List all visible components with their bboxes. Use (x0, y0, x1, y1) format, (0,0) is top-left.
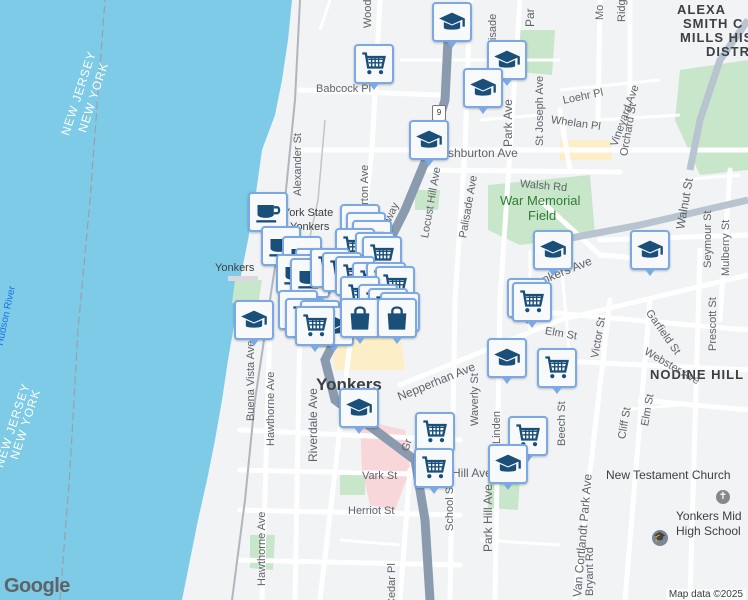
label-yonkers-mid: Yonkers Mid (676, 509, 742, 523)
shopping-bag-icon (342, 304, 378, 332)
street-mulberry: Mulberry St (720, 219, 732, 276)
school-pin[interactable] (533, 230, 573, 276)
street-bryant: Bryant Rd (584, 547, 596, 596)
street-hawthorne: Hawthorne Ave (265, 371, 277, 446)
label-war-memorial: War Memorial (500, 193, 581, 208)
school-pin[interactable] (234, 300, 274, 346)
shopping-bag-pin[interactable] (340, 298, 380, 344)
street-herriot: Herriot St (348, 505, 395, 517)
label-yonkers-mid-2: High School (676, 524, 741, 538)
label-new-testament: New Testament Church (606, 468, 731, 482)
cart-icon (297, 312, 333, 340)
street-prescott: Prescott St (707, 297, 719, 351)
map-canvas[interactable]: ALEXA SMITH C MILLS HIS DISTR NODINE HIL… (0, 0, 748, 600)
street-alexander: Alexander St (292, 133, 304, 196)
school-icon (490, 450, 526, 478)
street-linden: Linden (491, 410, 503, 444)
street-ashburton: Ashburton Ave (440, 146, 518, 160)
map-attribution: Map data ©2025 (665, 589, 746, 600)
cart-icon (417, 418, 453, 446)
cart-icon (539, 354, 575, 382)
cart-icon (356, 50, 392, 78)
school-icon (434, 8, 470, 36)
street-school: School St (444, 483, 456, 531)
grocery-pin[interactable] (512, 282, 552, 328)
street-woodworth: Wood (362, 0, 374, 28)
street-park-hill: Park Hill Ave (481, 484, 495, 552)
school-pin[interactable] (630, 230, 670, 276)
school-pin[interactable] (488, 444, 528, 490)
church-icon: ✝ (716, 490, 730, 504)
grocery-pin[interactable] (415, 412, 455, 458)
street-hawthorne-2: Hawthorne Ave (256, 511, 268, 586)
cart-icon (416, 454, 452, 482)
route-9-shield: 9 (432, 105, 446, 121)
grocery-pin[interactable] (354, 44, 394, 90)
street-hill-ave: Hill Ave (452, 466, 492, 480)
school-icon (465, 74, 501, 102)
cart-icon (514, 288, 550, 316)
label-alexander-smith-4: DISTR (706, 44, 748, 59)
street-seymour: Seymour St (702, 210, 714, 268)
grocery-pin[interactable] (537, 348, 577, 394)
grocery-pin[interactable] (295, 306, 335, 352)
school-pin[interactable] (487, 338, 527, 384)
label-alexander-smith: ALEXA (677, 2, 727, 17)
shopping-bag-icon (379, 304, 415, 332)
school-icon (341, 394, 377, 422)
school-pin[interactable] (432, 2, 472, 48)
school-poi-icon: 🎓 (652, 530, 668, 546)
school-icon (489, 344, 525, 372)
street-ridge: Ridg (616, 0, 628, 22)
school-icon (236, 306, 272, 334)
school-icon (411, 126, 447, 154)
street-st-joseph: St Joseph Ave (534, 75, 546, 146)
street-waverly: Waverly St (469, 373, 481, 426)
street-cedar: Cedar Pl (386, 563, 398, 600)
coffee-icon (250, 198, 286, 226)
street-babcock: Babcock Pl (316, 83, 372, 95)
street-beech: Beech St (556, 401, 568, 446)
street-vark: Vark St (362, 470, 398, 482)
school-icon (535, 236, 571, 264)
street-buena-vista: Buena Vista Ave (245, 340, 257, 421)
school-pin[interactable] (463, 68, 503, 114)
street-riverdale: Riverdale Ave (306, 388, 320, 462)
street-park-ave: Park Ave (501, 99, 515, 147)
school-icon (632, 236, 668, 264)
label-alexander-smith-3: MILLS HIS (680, 30, 748, 45)
shopping-bag-pin[interactable] (377, 298, 417, 344)
grocery-pin[interactable] (414, 448, 454, 494)
school-pin[interactable] (409, 120, 449, 166)
street-park-top: Par (523, 8, 537, 27)
label-alexander-smith-2: SMITH C (683, 16, 744, 31)
label-war-memorial-2: Field (528, 208, 557, 223)
street-mo: Mo (594, 4, 606, 20)
school-pin[interactable] (339, 388, 379, 434)
label-yonkers-station: Yonkers (215, 262, 255, 274)
google-logo: Google (4, 575, 70, 597)
